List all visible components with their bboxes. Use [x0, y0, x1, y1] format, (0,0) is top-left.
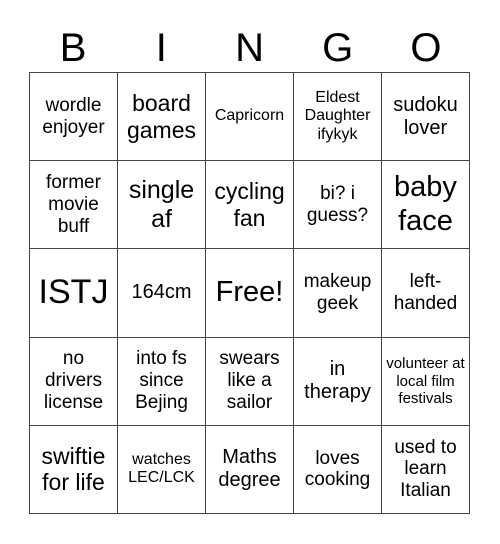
bingo-cell-text: bi? i guess?	[306, 182, 369, 226]
bingo-cell-text: baby face	[394, 171, 457, 237]
bingo-cell-text: used to learn Italian	[394, 436, 457, 502]
bingo-cell-text: sudoku lover	[393, 93, 458, 139]
bingo-cell-text: wordle enjoyer	[42, 94, 105, 138]
bingo-header: B I N G O	[29, 24, 470, 72]
bingo-cell-text: Capricorn	[214, 107, 285, 125]
bingo-cell[interactable]: volunteer at local film festivals	[382, 337, 470, 426]
bingo-cell-text: left-handed	[393, 271, 458, 314]
bingo-cell-text: former movie buff	[46, 172, 101, 237]
bingo-cell[interactable]: left-handed	[382, 249, 470, 338]
bingo-cell-text: no drivers license	[43, 348, 104, 414]
bingo-cell-text: single af	[128, 176, 195, 233]
bingo-cell-text: 164cm	[131, 281, 192, 304]
bingo-cell[interactable]: sudoku lover	[382, 73, 470, 162]
bingo-cell-text: volunteer at local film festivals	[386, 355, 465, 407]
bingo-cell[interactable]: Maths degree	[206, 425, 294, 514]
bingo-cell[interactable]: board games	[118, 73, 206, 162]
header-letter-b: B	[59, 26, 87, 70]
bingo-cell[interactable]: ISTJ	[30, 249, 118, 338]
bingo-cell[interactable]: used to learn Italian	[382, 425, 470, 514]
header-letter-o: O	[410, 26, 442, 70]
bingo-cell-text: Free!	[215, 276, 284, 309]
bingo-cell[interactable]: in therapy	[294, 337, 382, 426]
bingo-cell-text: Maths degree	[218, 446, 281, 492]
bingo-cell-text: swiftie for life	[41, 442, 106, 496]
bingo-cell[interactable]: swiftie for life	[30, 425, 118, 514]
bingo-cell-text: in therapy	[304, 358, 371, 404]
bingo-cell[interactable]: into fs since Bejing	[118, 337, 206, 426]
bingo-cell[interactable]: loves cooking	[294, 425, 382, 514]
bingo-cell[interactable]: Eldest Daughter ifykyk	[294, 73, 382, 162]
bingo-cell[interactable]: Capricorn	[206, 73, 294, 162]
bingo-cell-text: watches LEC/LCK	[128, 451, 195, 487]
bingo-cell[interactable]: swears like a sailor	[206, 337, 294, 426]
bingo-cell-text: into fs since Bejing	[135, 348, 188, 414]
bingo-cell[interactable]: baby face	[382, 161, 470, 250]
bingo-cell[interactable]: cycling fan	[206, 161, 294, 250]
bingo-cell[interactable]: bi? i guess?	[294, 161, 382, 250]
bingo-cell[interactable]: former movie buff	[30, 161, 118, 250]
header-letter-i: I	[155, 26, 167, 70]
bingo-cell[interactable]: single af	[118, 161, 206, 250]
bingo-cell-text: ISTJ	[38, 273, 109, 312]
bingo-cell[interactable]: no drivers license	[30, 337, 118, 426]
bingo-cell-text: loves cooking	[304, 447, 371, 491]
bingo-cell-text: swears like a sailor	[219, 348, 280, 414]
bingo-cell-text: makeup geek	[303, 271, 372, 314]
bingo-cell[interactable]: watches LEC/LCK	[118, 425, 206, 514]
bingo-cell[interactable]: 164cm	[118, 249, 206, 338]
bingo-cell-text: Eldest Daughter ifykyk	[304, 89, 371, 143]
bingo-cell[interactable]: wordle enjoyer	[30, 73, 118, 162]
header-letter-g: G	[322, 26, 354, 70]
bingo-cell-text: cycling fan	[214, 178, 285, 231]
bingo-cell[interactable]: makeup geek	[294, 249, 382, 338]
bingo-cell-text: board games	[126, 90, 197, 143]
bingo-grid: wordle enjoyer board games Capricorn Eldest…	[29, 72, 470, 514]
header-letter-n: N	[235, 26, 264, 70]
bingo-cell-free[interactable]: Free!	[206, 249, 294, 338]
